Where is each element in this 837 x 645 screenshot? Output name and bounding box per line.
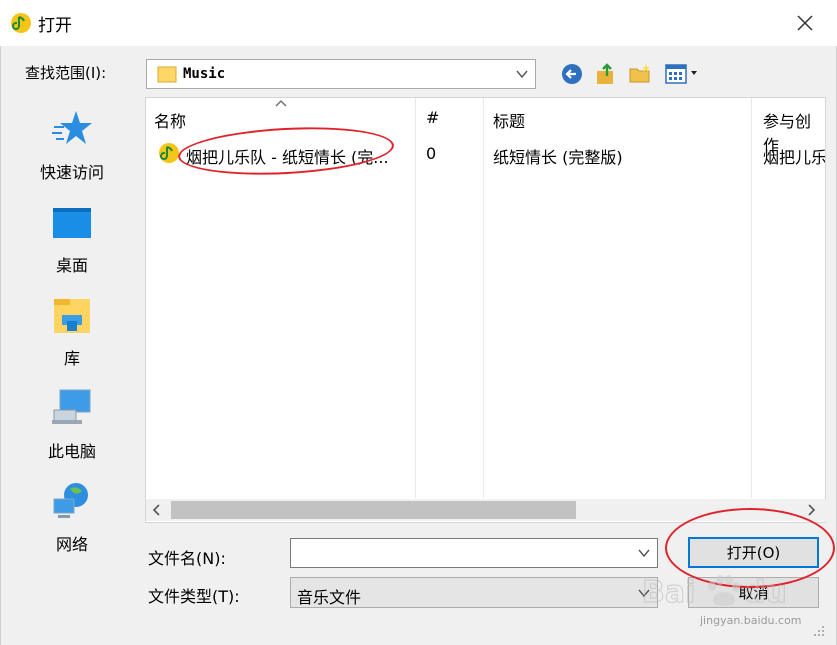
- file-artist-cell: 烟把儿乐: [763, 148, 826, 167]
- title-bar: 打开: [0, 0, 837, 46]
- place-label: 网络: [55, 535, 88, 554]
- chevron-down-icon: [516, 70, 528, 79]
- window-title: 打开: [38, 16, 72, 36]
- svg-text:Bai: Bai: [642, 575, 695, 610]
- file-name-field[interactable]: [290, 538, 658, 568]
- chevron-down-icon[interactable]: [637, 546, 651, 560]
- column-header-title[interactable]: 标题: [493, 108, 525, 132]
- back-arrow-icon[interactable]: [560, 62, 584, 86]
- library-icon: [54, 299, 90, 333]
- place-label: 桌面: [55, 256, 88, 275]
- close-icon: [797, 15, 813, 31]
- file-name-label: 文件名(N):: [148, 549, 226, 568]
- look-in-label: 查找范围(I):: [25, 64, 107, 82]
- folder-icon: [157, 66, 177, 83]
- baidu-logo-icon: Bai du: [641, 574, 787, 610]
- network-icon: [53, 483, 88, 518]
- place-libraries[interactable]: 库: [3, 287, 141, 377]
- baidu-watermark: Bai du: [640, 570, 830, 640]
- file-type-select[interactable]: 音乐文件: [290, 577, 658, 608]
- scrollbar-thumb[interactable]: [171, 501, 576, 519]
- file-title-cell: 纸短情长 (完整版): [493, 148, 623, 167]
- svg-text:du: du: [744, 575, 787, 610]
- place-this-pc[interactable]: 此电脑: [3, 380, 141, 470]
- place-label: 库: [63, 349, 80, 368]
- column-header-name[interactable]: 名称: [154, 108, 186, 132]
- new-folder-icon[interactable]: [628, 62, 652, 86]
- column-divider: [415, 98, 416, 498]
- desktop-icon: [53, 208, 91, 238]
- column-header-number[interactable]: #: [426, 108, 439, 127]
- look-in-value: Music: [183, 66, 226, 82]
- places-bar: 快速访问 桌面 库 此电脑 网络: [3, 93, 141, 633]
- place-quick-access[interactable]: 快速访问: [3, 101, 141, 191]
- watermark-url: jingyan.baidu.com: [700, 614, 802, 627]
- column-divider: [751, 98, 752, 498]
- place-label: 快速访问: [39, 163, 104, 182]
- file-type-label: 文件类型(T):: [148, 587, 240, 606]
- star-icon: [52, 111, 92, 144]
- place-network[interactable]: 网络: [3, 473, 141, 563]
- place-desktop[interactable]: 桌面: [3, 194, 141, 284]
- close-button[interactable]: [790, 8, 820, 38]
- music-file-icon: [159, 143, 179, 163]
- look-in-combobox[interactable]: Music: [146, 59, 536, 89]
- computer-icon: [52, 389, 91, 424]
- view-menu-icon[interactable]: [664, 62, 704, 86]
- column-divider: [483, 98, 484, 498]
- sort-ascending-icon: [275, 100, 287, 107]
- qq-music-icon: [11, 13, 31, 33]
- scroll-right-icon[interactable]: [806, 504, 816, 516]
- file-type-value: 音乐文件: [297, 588, 362, 607]
- file-number-cell: 0: [426, 144, 437, 163]
- scroll-left-icon[interactable]: [152, 504, 162, 516]
- up-folder-icon[interactable]: [594, 62, 618, 86]
- place-label: 此电脑: [47, 442, 96, 461]
